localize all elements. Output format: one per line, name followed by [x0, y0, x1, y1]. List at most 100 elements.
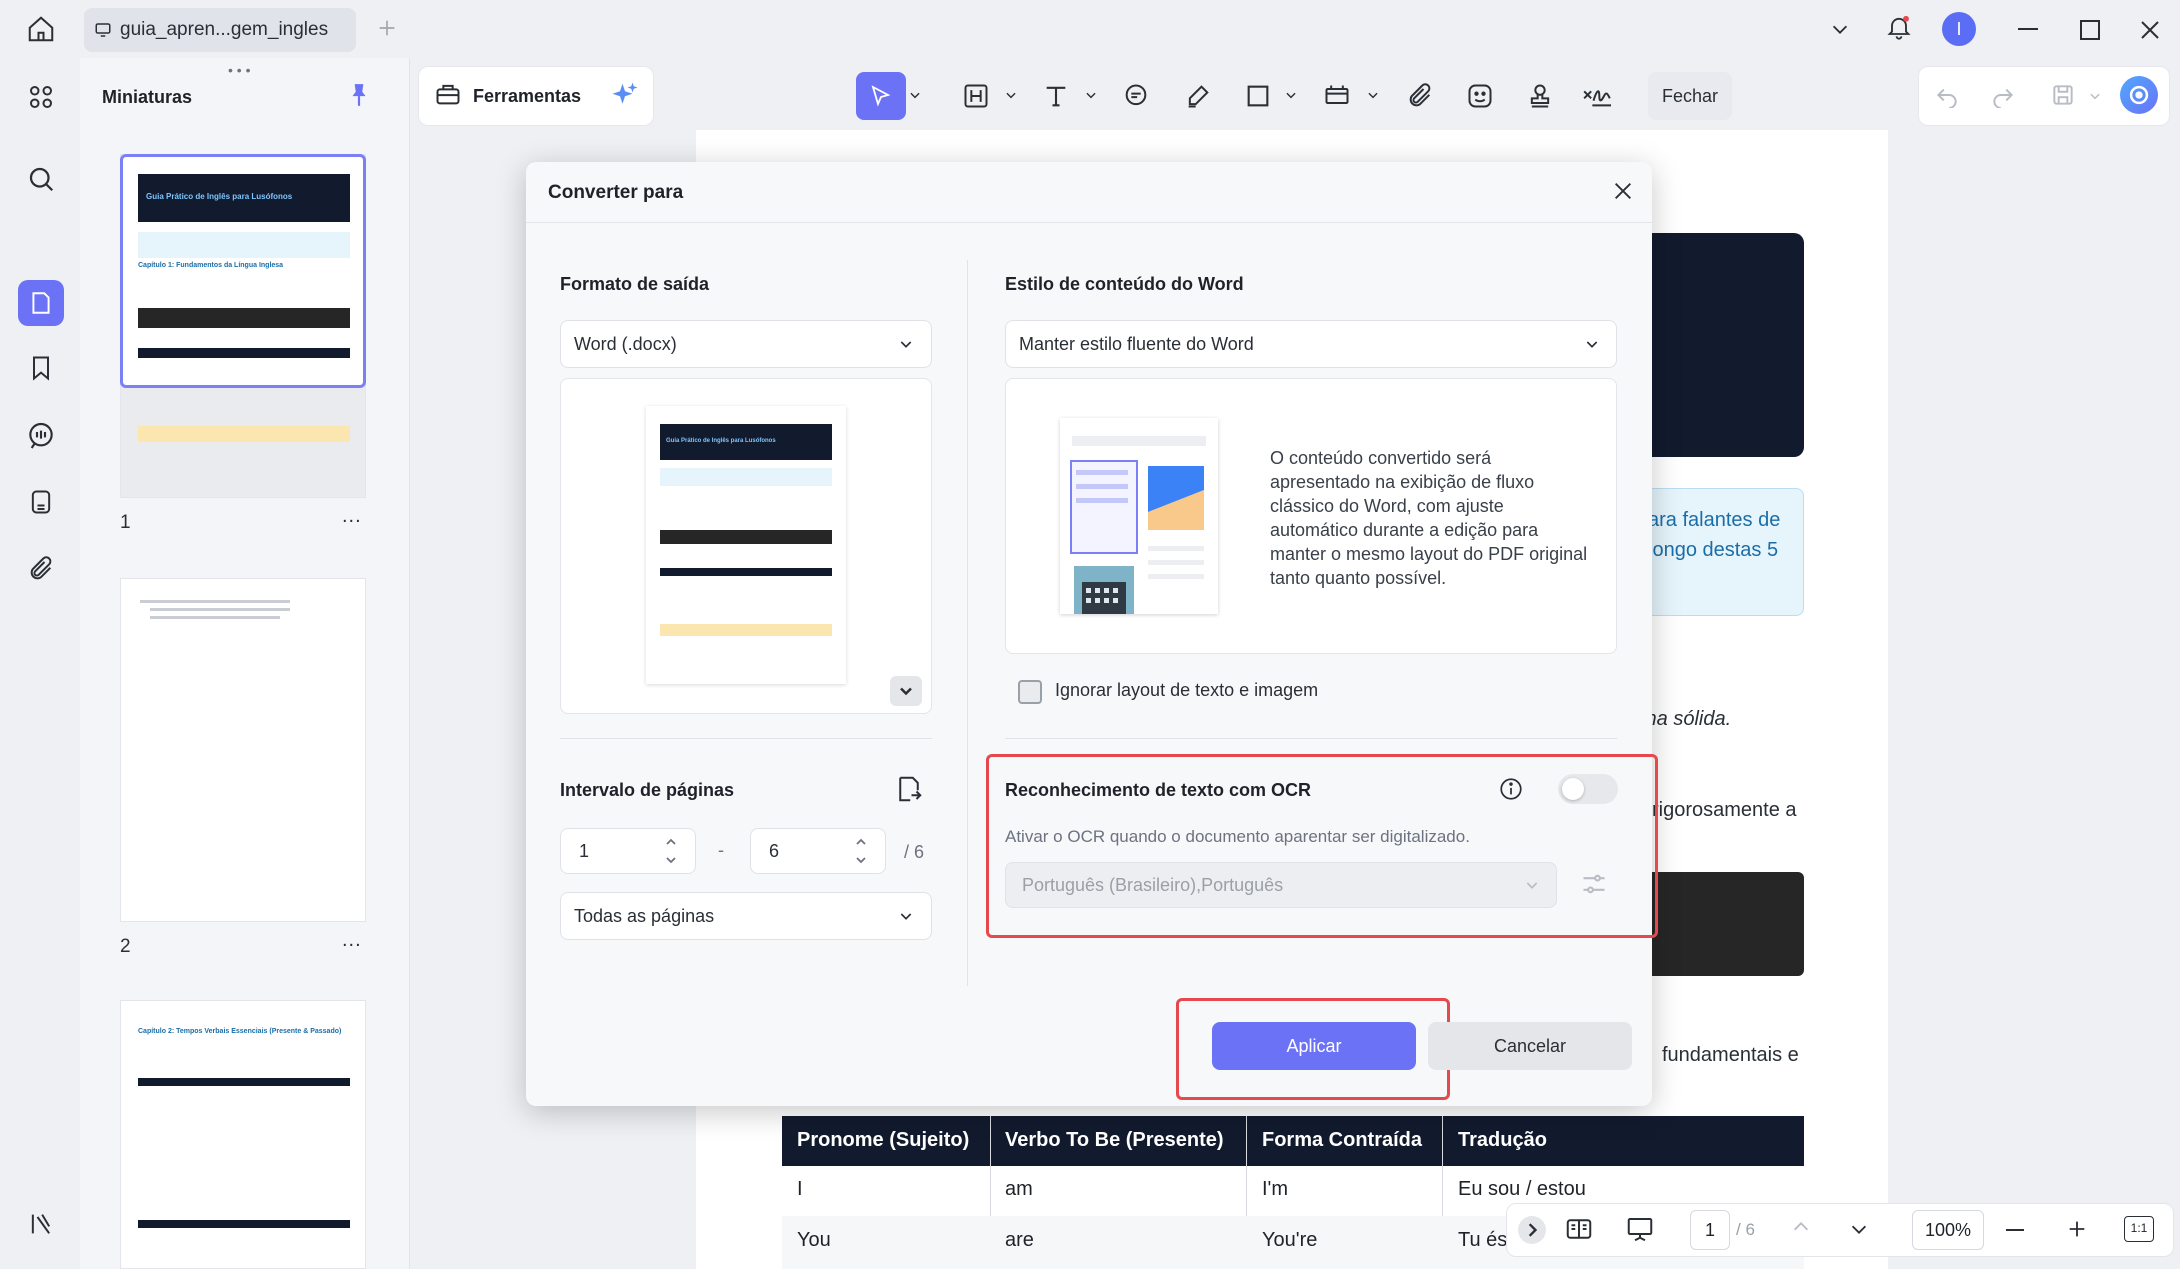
previous-page-icon[interactable] [1790, 1216, 1812, 1238]
comment-tool-icon[interactable] [1122, 82, 1150, 110]
chevron-down-icon[interactable] [1829, 18, 1851, 40]
ignore-layout-checkbox[interactable] [1018, 680, 1042, 704]
apply-button[interactable]: Aplicar [1212, 1022, 1416, 1070]
word-style-select[interactable]: Manter estilo fluente do Word [1005, 320, 1617, 368]
table-cell: You [797, 1229, 831, 1251]
sticker-icon[interactable] [1466, 82, 1494, 110]
thumbnail-table-head [138, 1220, 350, 1228]
page-layout-icon[interactable] [1564, 1214, 1594, 1244]
illustration-line [1148, 560, 1204, 565]
word-style-value: Manter estilo fluente do Word [1019, 334, 1254, 354]
ocr-toggle-knob [1562, 778, 1584, 800]
thumbnail-chapter-text: Capítulo 1: Fundamentos da Língua Ingles… [138, 262, 284, 269]
heading-tool-icon[interactable] [962, 82, 990, 110]
home-icon[interactable] [26, 14, 56, 44]
next-page-icon[interactable] [1848, 1218, 1870, 1240]
expand-toolbar-button[interactable] [1518, 1216, 1546, 1244]
document-stack-icon[interactable] [27, 488, 55, 516]
zoom-out-icon[interactable] [2006, 1229, 2024, 1231]
chevron-down-icon[interactable] [1004, 88, 1018, 102]
page-range-swap-icon[interactable] [894, 774, 924, 804]
thumbnail-code-block [138, 308, 350, 328]
output-format-value: Word (.docx) [574, 334, 677, 354]
close-edit-button[interactable]: Fechar [1648, 72, 1732, 120]
preview-info-block [660, 468, 832, 486]
illustration-line [1076, 498, 1128, 503]
panel-resize-handle[interactable]: • • • [228, 62, 250, 78]
range-total: / 6 [904, 842, 925, 862]
thumbnail-more-button[interactable]: ... [342, 505, 362, 528]
minimize-icon[interactable] [2018, 28, 2038, 30]
ai-sparkle-icon[interactable] [610, 80, 640, 110]
cancel-button[interactable]: Cancelar [1428, 1022, 1632, 1070]
info-icon[interactable] [1498, 776, 1524, 802]
word-style-description: O conteúdo convertido será apresentado n… [1270, 448, 1588, 588]
search-icon[interactable] [26, 164, 56, 194]
page-number-input[interactable]: 1 [1690, 1210, 1730, 1250]
stepper-icon[interactable] [664, 834, 678, 868]
close-window-icon[interactable] [2138, 18, 2162, 42]
maximize-icon[interactable] [2080, 20, 2100, 40]
thumbnail-page-number: 1 [120, 512, 131, 533]
ocr-language-select[interactable]: Português (Brasileiro),Português [1005, 862, 1557, 908]
column-divider [967, 260, 968, 986]
stamp-icon[interactable] [1526, 82, 1554, 110]
output-format-label: Formato de saída [560, 274, 710, 294]
zoom-in-icon[interactable] [2066, 1218, 2088, 1240]
thumbnail-header-text: Guia Prático de Inglês para Lusófonos [146, 192, 293, 201]
bookmark-icon[interactable] [27, 354, 55, 382]
thumbnail-page-2[interactable] [120, 578, 366, 922]
page-selection-select[interactable]: Todas as páginas [560, 892, 932, 940]
thumbnail-page-number: 2 [120, 936, 131, 957]
chevron-down-icon[interactable] [908, 88, 922, 102]
doc-dark-header-block [1650, 233, 1804, 457]
comment-icon[interactable] [25, 420, 57, 452]
notification-bell-icon[interactable] [1885, 13, 1913, 41]
ocr-hint: Ativar o OCR quando o documento aparenta… [1005, 827, 1470, 846]
paperclip-icon[interactable] [1406, 82, 1434, 110]
zoom-input[interactable]: 100% [1912, 1210, 1984, 1250]
shape-tool-icon[interactable] [1244, 82, 1272, 110]
chevron-down-icon[interactable] [1084, 88, 1098, 102]
section-divider [1005, 738, 1617, 739]
highlighter-icon[interactable] [1184, 82, 1212, 110]
left-rail [0, 58, 80, 1269]
sidebar-toggle-icon[interactable] [27, 1210, 55, 1238]
word-style-label: Estilo de conteúdo do Word [1005, 274, 1244, 294]
expand-preview-button[interactable] [890, 676, 922, 706]
output-format-select[interactable]: Word (.docx) [560, 320, 932, 368]
cursor-icon [869, 84, 893, 108]
presentation-icon[interactable] [1624, 1214, 1656, 1244]
new-tab-icon[interactable] [376, 17, 398, 39]
preview-code-block [660, 530, 832, 544]
chevron-down-icon[interactable] [2088, 89, 2102, 103]
attachment-icon[interactable] [27, 555, 55, 583]
dialog-title: Converter para [548, 182, 684, 203]
thumbnail-page-3[interactable] [120, 1000, 366, 1269]
monitor-icon [94, 21, 112, 39]
undo-icon[interactable] [1934, 82, 1960, 108]
page-selection-value: Todas as páginas [574, 906, 715, 926]
tools-label[interactable]: Ferramentas [473, 86, 581, 107]
close-dialog-icon[interactable] [1612, 180, 1634, 202]
actual-size-icon[interactable]: 1:1 [2124, 1216, 2154, 1242]
table-header-cell: Verbo To Be (Presente) [1005, 1129, 1224, 1151]
pin-icon[interactable] [346, 82, 372, 108]
thumbnail-more-button[interactable]: ... [342, 929, 362, 952]
table-header-cell: Tradução [1458, 1129, 1547, 1151]
stepper-icon[interactable] [854, 834, 868, 868]
ocr-settings-sliders-icon[interactable] [1580, 870, 1608, 898]
signature-icon[interactable] [1580, 82, 1614, 110]
chevron-down-icon[interactable] [1366, 88, 1380, 102]
chevron-down-icon[interactable] [1284, 88, 1298, 102]
redo-icon[interactable] [1990, 82, 2016, 108]
page-range-label: Intervalo de páginas [560, 780, 735, 800]
save-icon[interactable] [2050, 82, 2076, 108]
form-field-icon[interactable] [1322, 82, 1352, 110]
user-avatar[interactable]: I [1942, 12, 1976, 46]
table-cell: Eu sou / estou [1458, 1178, 1586, 1200]
apps-grid-icon[interactable] [26, 82, 56, 112]
text-tool-icon[interactable] [1042, 82, 1070, 110]
ai-assistant-icon[interactable] [2120, 76, 2158, 114]
total-pages-label: / 6 [1736, 1220, 1755, 1239]
